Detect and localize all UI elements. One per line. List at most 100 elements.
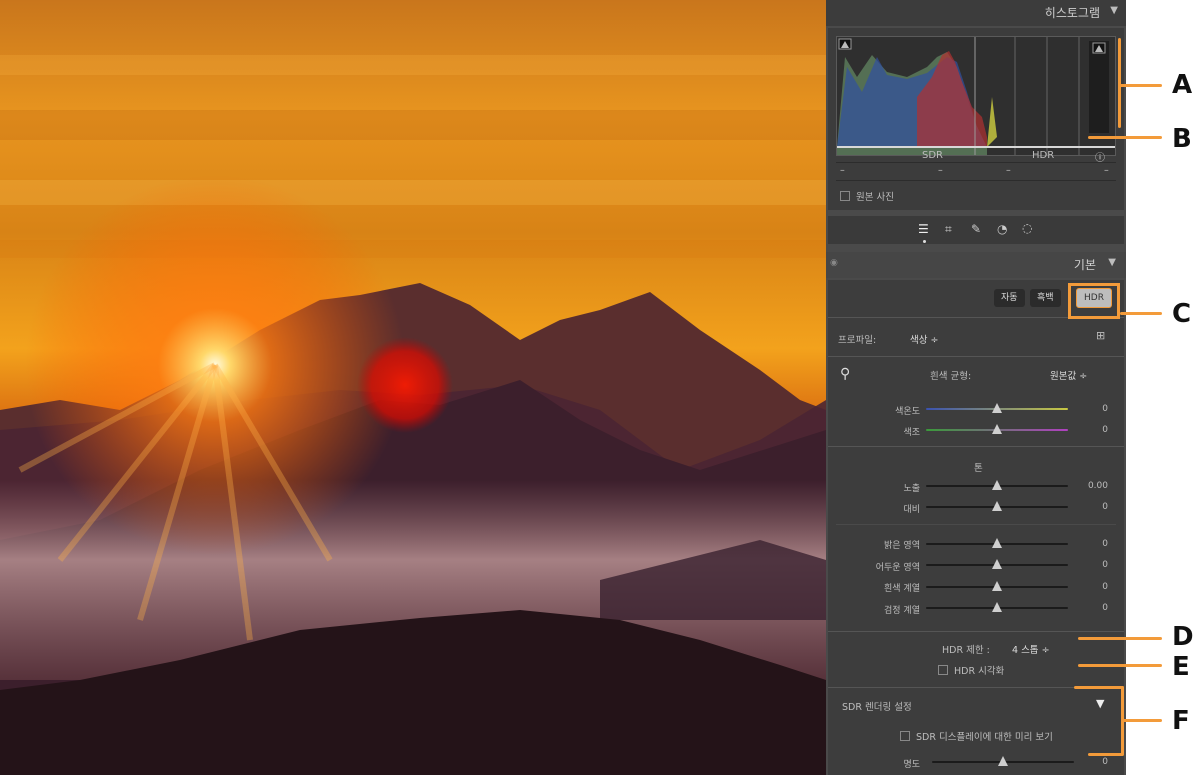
- sdr-preview-checkbox[interactable]: SDR 디스플레이에 대한 미리 보기: [900, 729, 1053, 743]
- callout-line-e: [1078, 664, 1162, 667]
- collapse-triangle-icon[interactable]: ▼: [1108, 257, 1116, 268]
- exposure-value: 0.00: [1087, 481, 1108, 491]
- photo-preview: [0, 0, 826, 775]
- slider-thumb[interactable]: [992, 403, 1002, 413]
- slider-thumb[interactable]: [992, 501, 1002, 511]
- blacks-value: 0: [1102, 603, 1108, 613]
- original-photo-checkbox[interactable]: 원본 사진: [840, 189, 894, 203]
- temp-label: 색온도: [895, 407, 920, 417]
- basic-section: 자동 흑백 HDR 프로파일: 색상 ÷ ⊞ ⚲ 흰색 균형: 원본값 ÷ 색온…: [828, 280, 1124, 775]
- mask-icon[interactable]: ◌: [1022, 221, 1032, 235]
- callout-line-c: [1120, 312, 1162, 315]
- contrast-slider[interactable]: [926, 501, 1068, 511]
- callout-line-f-top: [1074, 686, 1124, 689]
- hdr-visualize-checkbox[interactable]: HDR 시각화: [938, 663, 1004, 677]
- callout-d: D: [1172, 622, 1194, 652]
- callout-line-d: [1078, 637, 1162, 640]
- wb-select[interactable]: 원본값 ÷: [1050, 368, 1087, 382]
- exposure-slider[interactable]: [926, 480, 1068, 490]
- bw-button[interactable]: 흑백: [1030, 289, 1061, 307]
- basic-header[interactable]: ◉ 기본 ▼: [826, 252, 1126, 278]
- tone-label: 톤: [974, 463, 983, 474]
- contrast-label: 대비: [903, 505, 920, 515]
- histogram-curve: [837, 37, 1115, 155]
- readout-4: –: [1104, 165, 1109, 176]
- shadows-label: 어두운 영역: [875, 563, 920, 573]
- slider-thumb[interactable]: [992, 538, 1002, 548]
- highlights-slider[interactable]: [926, 538, 1068, 548]
- visibility-eye-icon[interactable]: ◉: [830, 258, 838, 268]
- callout-line-f: [1121, 719, 1162, 722]
- callout-c: C: [1172, 299, 1192, 329]
- shadows-value: 0: [1102, 560, 1108, 570]
- callout-bracket-a: [1118, 38, 1121, 128]
- whites-label: 흰색 계열: [884, 584, 920, 594]
- callout-b: B: [1172, 124, 1192, 154]
- active-tool-dot: [923, 240, 926, 243]
- checkbox-icon: [938, 665, 948, 675]
- hdr-visualize-label: HDR 시각화: [954, 666, 1005, 677]
- callout-line-f-bottom: [1088, 753, 1124, 756]
- healing-brush-icon[interactable]: ✎: [971, 222, 981, 236]
- whites-value: 0: [1102, 582, 1108, 592]
- profile-label: 프로파일:: [838, 335, 877, 346]
- callout-line-a: [1118, 84, 1162, 87]
- red-eye-icon[interactable]: ◔: [997, 222, 1007, 236]
- tint-value: 0: [1102, 425, 1108, 435]
- histogram-section: SDR HDR ⓘ – – – – 원본 사진: [828, 28, 1124, 210]
- crop-icon[interactable]: ⌗: [945, 222, 952, 237]
- profile-select[interactable]: 색상 ÷: [910, 332, 938, 346]
- basic-title: 기본: [1073, 258, 1096, 272]
- brightness-value: 0: [1102, 757, 1108, 767]
- develop-panel: 히스토그램 ▼ SDR HDR ⓘ – – – – 원본 사진 ☰ ⌗ ✎ ◔ …: [826, 0, 1126, 775]
- slider-thumb[interactable]: [992, 581, 1002, 591]
- brightness-label: 명도: [903, 760, 920, 770]
- sdr-render-expand-icon[interactable]: ▼: [1096, 697, 1104, 710]
- sdr-label: SDR: [922, 150, 943, 161]
- sunrise-mountain-photo: [0, 0, 826, 775]
- tint-label: 색조: [903, 428, 920, 438]
- highlights-value: 0: [1102, 539, 1108, 549]
- callout-e: E: [1172, 652, 1190, 682]
- slider-thumb[interactable]: [992, 424, 1002, 434]
- temp-slider[interactable]: [926, 403, 1068, 413]
- hdr-limit-select[interactable]: 4 스톱 ÷: [1012, 642, 1050, 656]
- callout-box-c: [1068, 283, 1120, 319]
- slider-thumb[interactable]: [992, 602, 1002, 612]
- histogram-header[interactable]: 히스토그램 ▼: [826, 0, 1126, 26]
- eyedropper-icon[interactable]: ⚲: [840, 366, 850, 382]
- readout-1: –: [840, 165, 845, 176]
- histogram-title: 히스토그램: [1044, 6, 1100, 20]
- collapse-triangle-icon[interactable]: ▼: [1110, 5, 1118, 16]
- blacks-slider[interactable]: [926, 602, 1068, 612]
- tint-slider[interactable]: [926, 424, 1068, 434]
- auto-button[interactable]: 자동: [994, 289, 1025, 307]
- contrast-value: 0: [1102, 502, 1108, 512]
- callout-f: F: [1172, 706, 1190, 736]
- temp-value: 0: [1102, 404, 1108, 414]
- callout-a: A: [1172, 70, 1193, 100]
- blacks-label: 검정 계열: [884, 606, 920, 616]
- highlights-label: 밝은 영역: [884, 541, 920, 551]
- readout-2: –: [938, 165, 943, 176]
- profile-browser-grid-icon[interactable]: ⊞: [1096, 329, 1105, 342]
- hdr-label: HDR: [1032, 150, 1055, 161]
- checkbox-icon: [900, 731, 910, 741]
- hdr-limit-label: HDR 제한 :: [942, 645, 990, 656]
- tool-strip: ☰ ⌗ ✎ ◔ ◌: [828, 216, 1124, 244]
- edit-sliders-icon[interactable]: ☰: [918, 222, 929, 236]
- wb-label: 흰색 균형:: [930, 371, 972, 382]
- readout-3: –: [1006, 165, 1011, 176]
- slider-thumb[interactable]: [992, 559, 1002, 569]
- shadows-slider[interactable]: [926, 559, 1068, 569]
- exposure-label: 노출: [903, 484, 920, 494]
- checkbox-icon: [840, 191, 850, 201]
- slider-thumb[interactable]: [992, 480, 1002, 490]
- sdr-render-label: SDR 렌더링 설정: [842, 702, 912, 713]
- histogram-graph: SDR HDR ⓘ: [836, 36, 1116, 164]
- whites-slider[interactable]: [926, 581, 1068, 591]
- callout-line-b: [1088, 136, 1162, 139]
- brightness-slider[interactable]: [932, 756, 1074, 766]
- slider-thumb[interactable]: [998, 756, 1008, 766]
- original-photo-label: 원본 사진: [856, 192, 894, 203]
